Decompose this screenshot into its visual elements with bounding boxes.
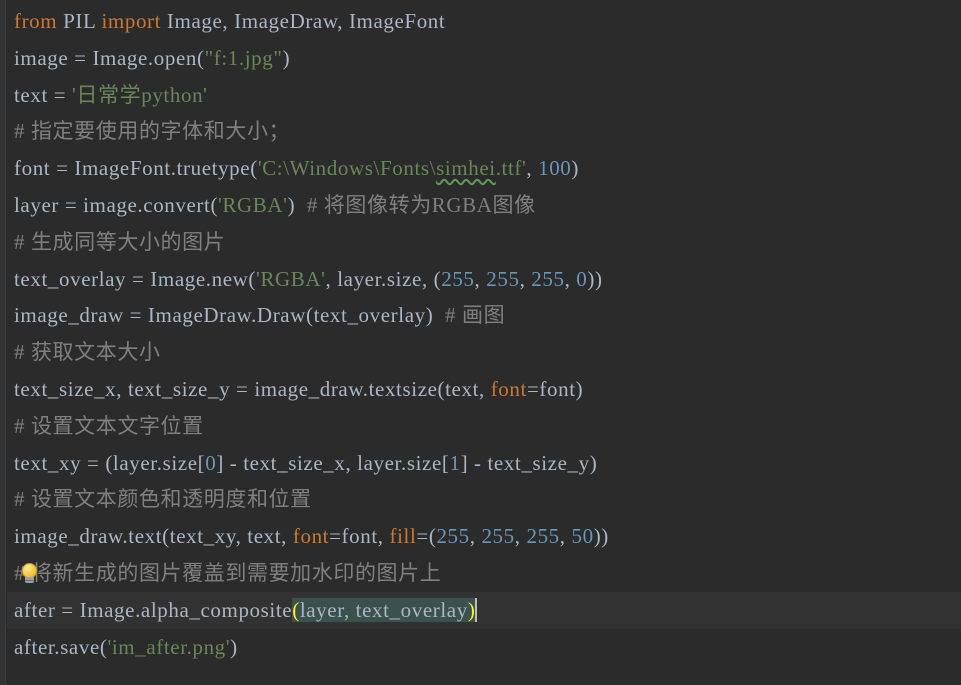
code-token: Image, ImageDraw, ImageFont xyxy=(161,9,446,33)
code-token: ] - text_size_y) xyxy=(460,450,598,475)
code-line[interactable]: # 指定要使用的字体和大小； xyxy=(7,113,961,150)
code-token: image_draw.text(text_xy, text, xyxy=(14,524,293,549)
code-token: from xyxy=(14,9,58,33)
code-token: ) xyxy=(571,156,580,181)
code-token: after = Image.alpha_composite xyxy=(14,597,293,622)
code-editor[interactable]: from PIL import Image, ImageDraw, ImageF… xyxy=(0,0,961,685)
code-token: image = Image.open( xyxy=(14,45,205,70)
code-token: font xyxy=(490,376,527,401)
code-token: , xyxy=(564,266,577,291)
code-line[interactable]: font = ImageFont.truetype('C:\Windows\Fo… xyxy=(7,150,961,187)
code-token: )) xyxy=(587,266,603,291)
code-token: # 获取文本大小 xyxy=(14,340,161,365)
code-token: # 将图像转为RGBA图像 xyxy=(306,192,536,217)
code-token: layer, text_overlay xyxy=(299,597,468,622)
code-line[interactable]: after = Image.alpha_composite(layer, tex… xyxy=(7,591,961,629)
code-token: "f:1.jpg" xyxy=(204,45,283,70)
code-line[interactable]: # 将新生成的图片覆盖到需要加水印的图片上 xyxy=(7,555,961,592)
code-line[interactable]: # 设置文本文字位置 xyxy=(7,408,961,445)
code-token: # 将新生成的图片覆盖到需要加水印的图片上 xyxy=(14,560,442,585)
code-line[interactable]: text_overlay = Image.new('RGBA', layer.s… xyxy=(7,261,961,298)
code-token: , xyxy=(474,266,487,291)
code-lines: from PIL import Image, ImageDraw, ImageF… xyxy=(7,3,961,665)
code-token: 255 xyxy=(531,266,565,291)
code-token: ) xyxy=(467,597,476,622)
code-token: 1 xyxy=(449,450,461,475)
code-token: image_draw = ImageDraw.Draw(text_overlay… xyxy=(14,303,434,328)
code-token: 255 xyxy=(436,524,470,549)
code-token: =font) xyxy=(526,376,584,401)
code-token: import xyxy=(101,9,162,33)
code-token: # 设置文本文字位置 xyxy=(14,413,204,438)
code-token: =( xyxy=(416,524,437,549)
code-text-area[interactable]: from PIL import Image, ImageDraw, ImageF… xyxy=(7,0,961,665)
code-token: layer = image.convert( xyxy=(14,192,219,217)
code-token: 100 xyxy=(538,156,572,181)
code-line[interactable]: text = '日常学python' xyxy=(7,77,961,114)
code-token: # 设置文本颜色和透明度和位置 xyxy=(14,487,312,512)
code-token: after.save( xyxy=(14,634,108,659)
code-token: PIL xyxy=(57,9,102,33)
code-token: 'C:\Windows\Fonts\ xyxy=(257,156,437,181)
code-token: .ttf' xyxy=(495,156,527,181)
code-line[interactable]: # 设置文本颜色和透明度和位置 xyxy=(7,481,961,518)
code-token: text = xyxy=(14,82,73,107)
code-token: font = ImageFont.truetype( xyxy=(14,156,258,181)
code-line[interactable]: from PIL import Image, ImageDraw, ImageF… xyxy=(7,3,961,40)
code-token: # 生成同等大小的图片 xyxy=(14,229,226,254)
code-token: '日常学python' xyxy=(72,82,208,107)
lightbulb-icon[interactable] xyxy=(20,562,40,585)
code-token: ) xyxy=(230,634,238,659)
code-token: 'im_after.png' xyxy=(107,634,231,659)
code-line[interactable]: layer = image.convert('RGBA') # 将图像转为RGB… xyxy=(7,187,961,224)
code-line[interactable]: text_size_x, text_size_y = image_draw.te… xyxy=(7,371,961,408)
code-token: 'RGBA' xyxy=(218,192,288,217)
code-token: text_xy = (layer.size[ xyxy=(14,450,206,475)
lightbulb-glass xyxy=(22,562,37,578)
code-token: ( xyxy=(292,597,300,622)
code-token: 255 xyxy=(481,524,515,549)
code-token: 'RGBA' xyxy=(256,266,326,291)
code-line[interactable]: image_draw.text(text_xy, text, font=font… xyxy=(7,518,961,555)
code-token: 255 xyxy=(441,266,475,291)
code-token: , xyxy=(559,524,572,549)
code-token: )) xyxy=(593,524,609,549)
code-line[interactable]: # 获取文本大小 xyxy=(7,334,961,371)
code-token: , xyxy=(469,524,482,549)
code-token: text_size_x, text_size_y = image_draw.te… xyxy=(14,376,491,401)
editor-gutter[interactable] xyxy=(0,0,6,685)
code-token: # 画图 xyxy=(445,303,506,328)
code-line[interactable]: image = Image.open("f:1.jpg") xyxy=(7,40,961,77)
code-line[interactable]: after.save('im_after.png') xyxy=(7,629,961,666)
code-token: # 指定要使用的字体和大小； xyxy=(14,119,291,144)
code-line[interactable]: text_xy = (layer.size[0] - text_size_x, … xyxy=(7,445,961,482)
code-token: 0 xyxy=(205,450,217,475)
lightbulb-base xyxy=(25,576,34,583)
code-token: 0 xyxy=(576,266,588,291)
code-token: 255 xyxy=(526,524,560,549)
code-line[interactable]: # 生成同等大小的图片 xyxy=(7,224,961,261)
code-token: ) xyxy=(282,45,291,70)
text-caret xyxy=(475,597,478,622)
code-token: font xyxy=(292,524,330,549)
code-token: 255 xyxy=(486,266,520,291)
code-token: ] - text_size_x, layer.size[ xyxy=(216,450,450,475)
code-token: , xyxy=(526,156,539,181)
code-token: 50 xyxy=(571,524,594,549)
code-token: text_overlay = Image.new( xyxy=(14,266,257,291)
code-token: fill xyxy=(389,524,417,549)
code-token: simhei xyxy=(436,156,496,181)
code-token: =font, xyxy=(329,524,390,549)
code-line[interactable]: image_draw = ImageDraw.Draw(text_overlay… xyxy=(7,297,961,334)
code-token: , xyxy=(519,266,532,291)
code-token: , layer.size, ( xyxy=(325,266,442,291)
code-token: , xyxy=(514,524,527,549)
